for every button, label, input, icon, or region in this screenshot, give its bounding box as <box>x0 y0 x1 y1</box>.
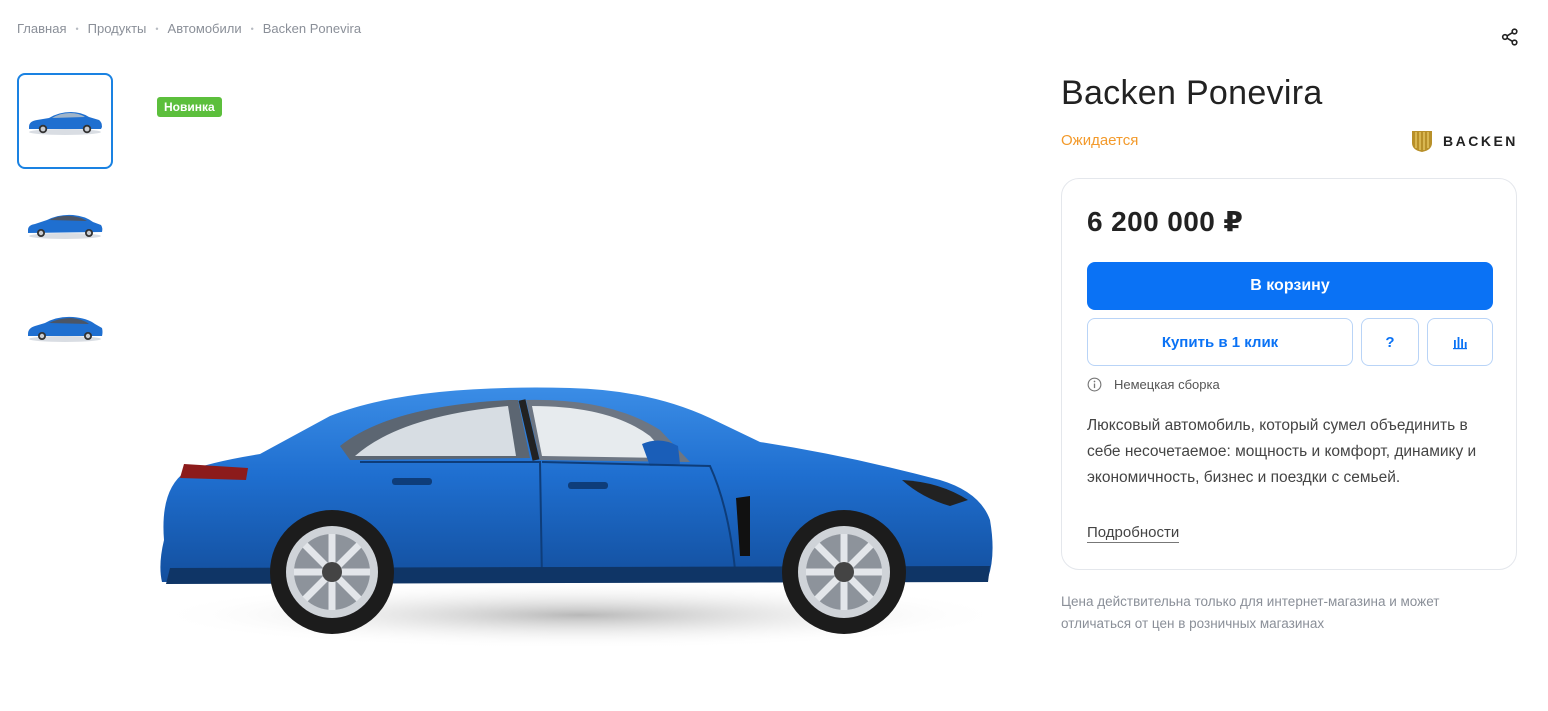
car-thumbnail-side <box>29 112 102 135</box>
breadcrumb: Главная • Продукты • Автомобили • Backen… <box>17 21 361 36</box>
brand-logo[interactable]: BACKEN <box>1410 129 1518 153</box>
assembly-note-text: Немецкая сборка <box>1114 377 1220 392</box>
thumbnail-3[interactable] <box>17 279 113 375</box>
car-thumbnail-rear-quarter <box>28 316 103 342</box>
product-price: 6 200 000 ₽ <box>1087 206 1244 237</box>
price-disclaimer: Цена действительна только для интернет-м… <box>1061 594 1440 631</box>
thumbnail-1[interactable] <box>17 73 113 169</box>
assembly-note: Немецкая сборка <box>1087 377 1220 392</box>
details-link[interactable]: Подробности <box>1087 524 1180 543</box>
add-to-cart-button[interactable]: В корзину <box>1087 262 1493 310</box>
thumbnail-2[interactable] <box>17 176 113 272</box>
backen-shield-logo <box>1412 131 1432 152</box>
share-button[interactable] <box>1500 27 1520 47</box>
new-badge: Новинка <box>157 97 222 117</box>
buy-one-click-button[interactable]: Купить в 1 клик <box>1087 318 1353 366</box>
car-side-view <box>150 387 1010 649</box>
car-thumbnail-front-quarter <box>28 214 103 239</box>
compare-button[interactable] <box>1427 318 1493 366</box>
breadcrumb-current: Backen Ponevira <box>262 21 362 36</box>
breadcrumb-home[interactable]: Главная <box>17 21 66 36</box>
info-icon <box>1087 377 1102 392</box>
brand-name: BACKEN <box>1443 133 1518 149</box>
breadcrumb-cars[interactable]: Автомобили <box>168 21 242 36</box>
ask-question-button[interactable]: ? <box>1361 318 1419 366</box>
breadcrumb-separator: • <box>75 23 79 34</box>
main-product-image[interactable] <box>150 370 1010 670</box>
thumbnail-list <box>17 73 113 382</box>
product-title: Backen Ponevira <box>1061 74 1323 112</box>
breadcrumb-products[interactable]: Продукты <box>88 21 147 36</box>
availability-status: Ожидается <box>1061 132 1139 149</box>
breadcrumb-separator: • <box>250 23 254 34</box>
product-description: Люксовый автомобиль, который сумел объед… <box>1087 417 1477 486</box>
bar-chart-icon <box>1453 337 1467 350</box>
price-card: 6 200 000 ₽ В корзину Купить в 1 клик ? … <box>1061 178 1517 570</box>
share-icon <box>1501 28 1518 46</box>
breadcrumb-separator: • <box>155 23 159 34</box>
